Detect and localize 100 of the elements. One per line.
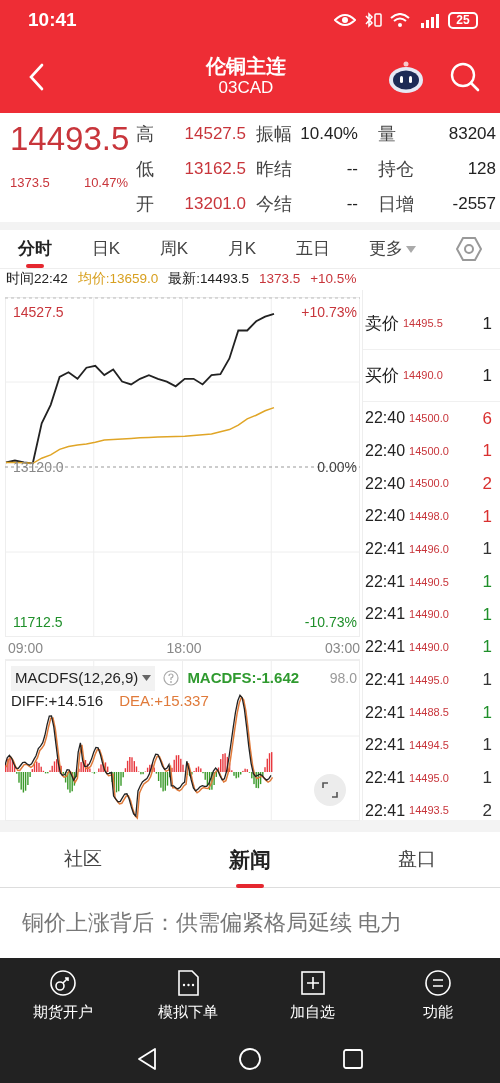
settings-icon[interactable] bbox=[455, 236, 482, 262]
menu-icon bbox=[423, 969, 452, 998]
robot-icon[interactable] bbox=[388, 59, 424, 94]
trade-time: 22:41 bbox=[365, 604, 406, 625]
stat-value: 83204 bbox=[447, 123, 497, 145]
trade-volume: 1 bbox=[482, 636, 492, 659]
stat-label: 今结 bbox=[255, 193, 293, 216]
percent-label: 0.00% bbox=[317, 460, 357, 474]
info-change-percent: +10.5% bbox=[310, 270, 357, 289]
trade-volume: 1 bbox=[482, 505, 492, 528]
more-dropdown[interactable]: 更多 bbox=[369, 230, 417, 268]
trade-time: 22:41 bbox=[365, 800, 406, 821]
expand-icon bbox=[322, 782, 338, 798]
average-price: 均价:13659.0 bbox=[77, 270, 159, 289]
trade-volume: 1 bbox=[482, 734, 492, 757]
book-volume: 1 bbox=[482, 312, 492, 335]
account-icon bbox=[48, 969, 77, 998]
macd-axis-label: 98.0 bbox=[329, 671, 357, 685]
trade-price: 14490.0 bbox=[409, 639, 449, 655]
action-button[interactable]: 加自选 bbox=[250, 968, 375, 1025]
trade-price: 14498.0 bbox=[409, 509, 449, 525]
trade-price: 14493.5 bbox=[409, 803, 449, 819]
recent-apps-icon[interactable] bbox=[342, 1048, 364, 1070]
x-axis-label: 03:00 bbox=[324, 640, 360, 656]
signal-icon bbox=[418, 12, 440, 28]
section-tab[interactable]: 盘口 bbox=[356, 831, 477, 888]
trade-price: 14495.0 bbox=[409, 672, 449, 688]
chart-tab[interactable]: 日K bbox=[91, 230, 120, 268]
trade-time: 22:41 bbox=[365, 539, 406, 560]
status-time: 10:41 bbox=[28, 7, 77, 32]
bluetooth-icon bbox=[364, 12, 382, 28]
trade-time: 22:40 bbox=[365, 473, 406, 494]
change-percent: 10.47% bbox=[83, 174, 128, 193]
stat-value: -- bbox=[345, 193, 359, 215]
trade-time: 22:41 bbox=[365, 702, 406, 723]
info-time: 时间22:42 bbox=[6, 270, 68, 289]
section-tab[interactable]: 社区 bbox=[23, 831, 144, 888]
wifi-icon bbox=[390, 12, 410, 28]
action-button[interactable]: 模拟下单 bbox=[125, 968, 250, 1025]
indicator-dropdown[interactable]: MACDFS(12,26,9) bbox=[11, 666, 156, 691]
chart-tab[interactable]: 五日 bbox=[295, 230, 330, 268]
battery-icon: 25 bbox=[448, 11, 478, 29]
stat-label: 开 bbox=[136, 193, 155, 216]
book-label: 卖价 bbox=[365, 312, 399, 335]
caret-icon bbox=[142, 674, 152, 682]
chart-tab[interactable]: 月K bbox=[227, 230, 256, 268]
trade-price: 14495.0 bbox=[409, 770, 449, 786]
page-title: 伦铜主连 bbox=[206, 54, 286, 79]
trade-volume: 1 bbox=[482, 669, 492, 692]
chart-tab[interactable]: 分时 bbox=[18, 230, 52, 268]
y-axis-label: 11712.5 bbox=[13, 615, 63, 629]
stat-value: -2557 bbox=[451, 193, 497, 215]
trade-price: 14500.0 bbox=[409, 411, 449, 427]
contract-code: 03CAD bbox=[217, 78, 275, 99]
stat-label: 振幅 bbox=[255, 123, 293, 146]
stat-label: 量 bbox=[377, 123, 397, 146]
trade-volume: 1 bbox=[482, 571, 492, 594]
stat-value: 10.40% bbox=[300, 123, 359, 145]
section-tab[interactable]: 新闻 bbox=[190, 831, 310, 888]
stat-label: 低 bbox=[136, 158, 155, 181]
trade-volume: 6 bbox=[482, 407, 492, 430]
book-price: 14495.5 bbox=[403, 316, 443, 332]
search-icon[interactable] bbox=[450, 61, 480, 92]
chart-tab[interactable]: 周K bbox=[159, 230, 188, 268]
trade-volume: 2 bbox=[482, 799, 492, 822]
trade-volume: 1 bbox=[482, 538, 492, 561]
trade-volume: 2 bbox=[482, 472, 492, 495]
macd-value: MACDFS:-1.642 bbox=[187, 668, 300, 688]
trade-time: 22:41 bbox=[365, 669, 406, 690]
trade-price: 14500.0 bbox=[409, 476, 449, 492]
trade-price: 14496.0 bbox=[409, 541, 449, 557]
trade-volume: 1 bbox=[482, 701, 492, 724]
trade-price: 14500.0 bbox=[409, 443, 449, 459]
trade-volume: 1 bbox=[482, 767, 492, 790]
trade-time: 22:40 bbox=[365, 408, 406, 429]
stat-value: 128 bbox=[466, 158, 497, 180]
trade-time: 22:40 bbox=[365, 506, 406, 527]
y-axis-label: 13120.0 bbox=[13, 460, 64, 474]
book-volume: 1 bbox=[482, 364, 492, 387]
dea-value: DEA:+15.337 bbox=[119, 691, 209, 711]
info-change: 1373.5 bbox=[258, 270, 301, 289]
home-icon[interactable] bbox=[238, 1047, 262, 1071]
expand-button[interactable] bbox=[314, 774, 346, 806]
back-icon[interactable] bbox=[136, 1047, 158, 1071]
news-headline[interactable]: 铜价上涨背后：供需偏紧格局延续 电力 bbox=[22, 906, 478, 939]
add-icon bbox=[298, 969, 327, 998]
trade-price: 14490.5 bbox=[409, 574, 449, 590]
trade-time: 22:41 bbox=[365, 767, 406, 788]
action-button[interactable]: 功能 bbox=[375, 968, 500, 1025]
trade-price: 14490.0 bbox=[409, 607, 449, 623]
caret-icon bbox=[406, 245, 417, 254]
back-icon bbox=[28, 62, 44, 91]
help-icon[interactable] bbox=[163, 670, 180, 687]
action-button[interactable]: 期货开户 bbox=[0, 968, 125, 1025]
back-button[interactable] bbox=[28, 62, 44, 91]
stat-value: 14527.5 bbox=[183, 123, 247, 145]
price-change: 1373.5 bbox=[10, 174, 50, 193]
y-axis-label: 14527.5 bbox=[13, 304, 64, 319]
stat-value: 13162.5 bbox=[183, 158, 247, 180]
trade-volume: 1 bbox=[482, 603, 492, 626]
